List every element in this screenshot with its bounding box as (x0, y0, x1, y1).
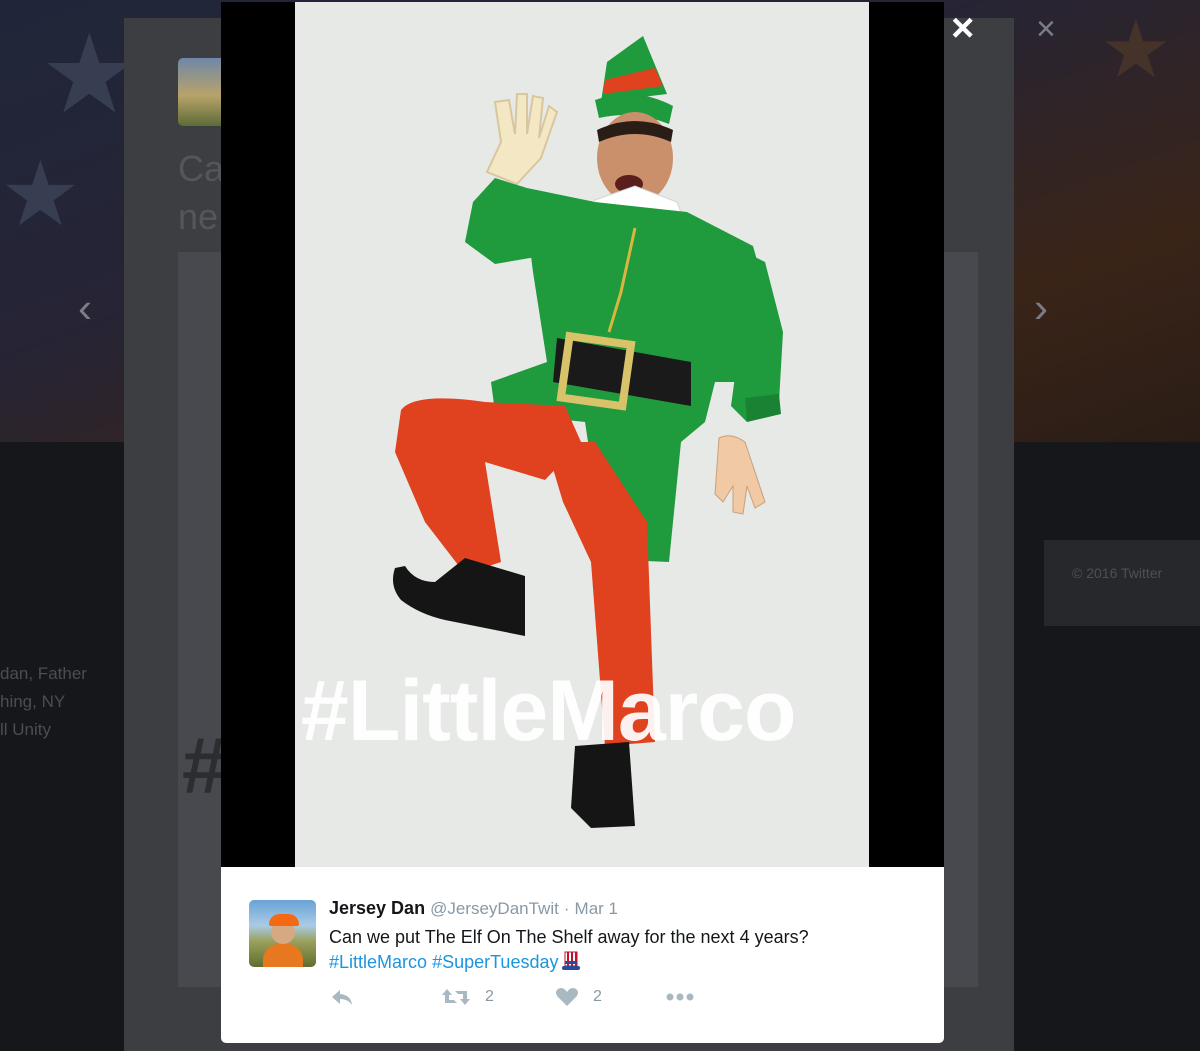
header-separator: · (563, 899, 570, 918)
background-media (944, 252, 978, 987)
more-button[interactable] (665, 989, 695, 1005)
user-name[interactable]: Jersey Dan (329, 898, 425, 918)
tweet-hashtags: #LittleMarco #SuperTuesday (329, 950, 581, 975)
previous-arrow-icon[interactable]: ‹ (78, 284, 92, 332)
retweet-button[interactable]: 2 (441, 987, 494, 1007)
photo-hashtag-overlay: #LittleMarco (301, 663, 797, 759)
hashtag-link[interactable]: #LittleMarco (329, 952, 427, 972)
hashtag-link[interactable]: #SuperTuesday (432, 952, 558, 972)
tweet-date[interactable]: Mar 1 (575, 899, 618, 918)
footer-copyright[interactable]: © 2016 Twitter (1072, 565, 1162, 581)
background-avatar (178, 58, 226, 126)
background-hashtag-fragment: # (182, 721, 227, 810)
reply-icon (332, 990, 352, 1005)
heart-icon (556, 988, 578, 1006)
tweet-details: Jersey Dan @JerseyDanTwit · Mar 1 Can we… (221, 867, 944, 1043)
more-icon (666, 993, 694, 1001)
tweet-text: Can we put The Elf On The Shelf away for… (329, 927, 809, 947)
profile-bio-line: ll Unity (0, 720, 52, 739)
avatar[interactable] (249, 900, 316, 967)
reply-button[interactable] (329, 987, 355, 1007)
profile-bio-line: dan, Father (0, 664, 87, 683)
photo-frame: #LittleMarco (221, 2, 944, 867)
star-decoration: ★ (0, 145, 81, 245)
media-modal: #LittleMarco Jersey Dan @JerseyDanTwit ·… (221, 2, 944, 1043)
next-arrow-icon[interactable]: › (1034, 284, 1048, 332)
background-close-icon[interactable]: × (1036, 10, 1056, 49)
uncle-sam-hat-emoji (562, 951, 581, 970)
user-handle[interactable]: @JerseyDanTwit (430, 899, 559, 918)
like-count: 2 (593, 988, 602, 1005)
tweet-photo[interactable]: #LittleMarco (295, 2, 869, 867)
tweet-actions: 2 2 (329, 987, 829, 1013)
retweet-count: 2 (485, 988, 494, 1005)
tweet-header: Jersey Dan @JerseyDanTwit · Mar 1 (329, 898, 618, 919)
background-sidebar-card (1044, 540, 1200, 626)
background-tweet-text: ne (178, 196, 219, 237)
like-button[interactable]: 2 (555, 987, 602, 1007)
background-tweet-text: Ca (178, 148, 225, 189)
star-decoration: ★ (1100, 5, 1172, 94)
profile-bio-line: hing, NY (0, 692, 66, 711)
close-icon[interactable]: × (951, 8, 974, 48)
retweet-icon (442, 989, 470, 1005)
